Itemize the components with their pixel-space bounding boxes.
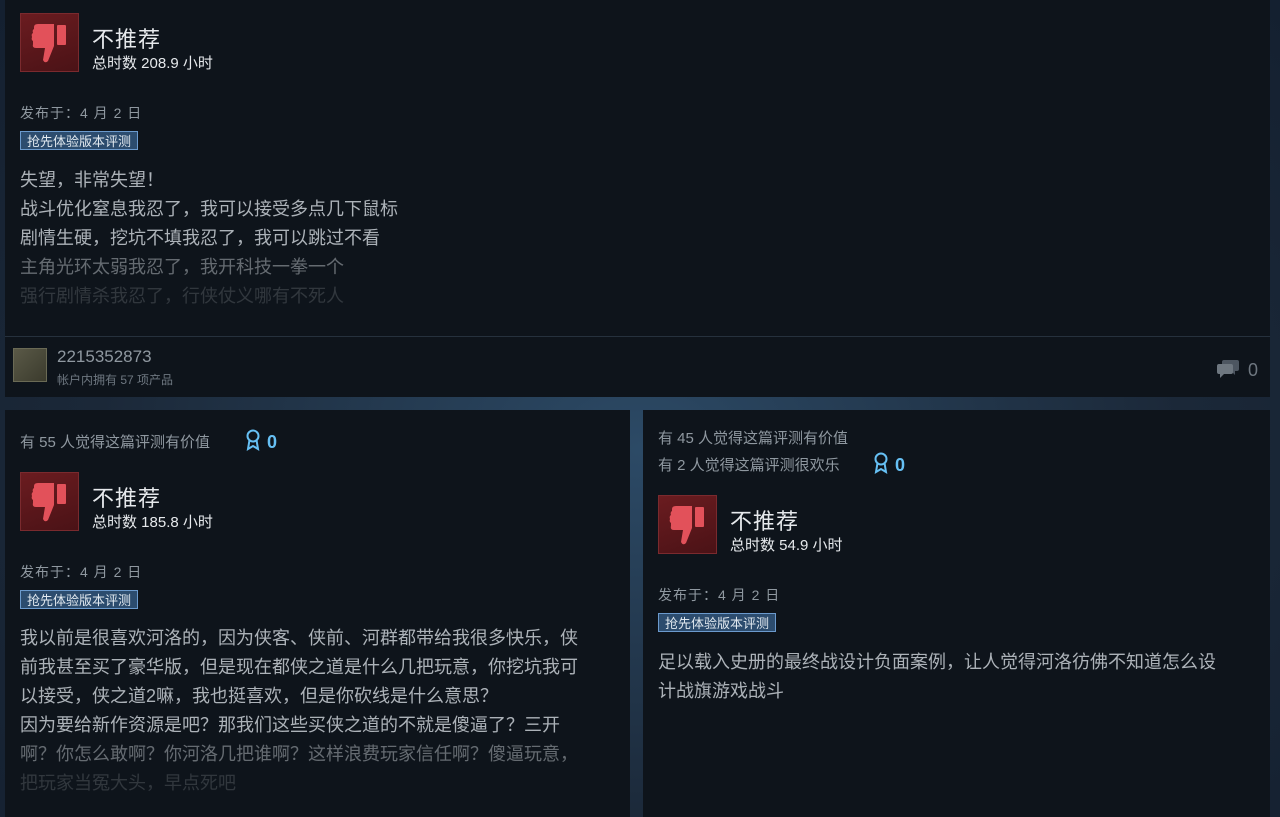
review-line: 剧情生硬，挖坑不填我忍了，我可以跳过不看 (20, 228, 380, 248)
review-line: 把玩家当冤大头，早点死吧 (20, 773, 236, 793)
avatar[interactable] (13, 348, 47, 382)
award-ribbon-icon (245, 429, 261, 456)
divider (5, 336, 1270, 337)
award-button[interactable]: 0 (873, 452, 905, 479)
helpful-count: 有 45 人觉得这篇评测有价值 (658, 430, 849, 447)
comment-icon (1216, 357, 1240, 384)
comment-button[interactable]: 0 (1216, 357, 1258, 384)
review-card-1: 不推荐 总时数 208.9 小时 发布于：4 月 2 日 抢先体验版本评测 失望… (5, 0, 1270, 397)
review-verdict: 不推荐 (92, 27, 162, 52)
early-access-tag: 抢先体验版本评测 (20, 131, 139, 150)
review-hours: 总时数 54.9 小时 (730, 537, 843, 554)
review-body[interactable]: 失望，非常失望！ 战斗优化窒息我忍了，我可以接受多点几下鼠标 剧情生硬，挖坑不填… (20, 166, 398, 311)
review-line: 战斗优化窒息我忍了，我可以接受多点几下鼠标 (20, 199, 398, 219)
thumbs-down-icon[interactable] (658, 495, 717, 554)
review-line: 因为要给新作资源是吧？那我们这些买侠之道的不就是傻逼了？三开 (20, 715, 560, 735)
review-line: 强行剧情杀我忍了，行侠仗义哪有不死人 (20, 286, 344, 306)
review-line: 前我甚至买了豪华版，但是现在都侠之道是什么几把玩意，你挖坑我可 (20, 657, 578, 677)
review-posted-date: 发布于：4 月 2 日 (20, 105, 143, 121)
award-ribbon-icon (873, 452, 889, 479)
funny-count: 有 2 人觉得这篇评测很欢乐 (658, 457, 840, 474)
review-verdict: 不推荐 (730, 509, 800, 534)
review-line: 足以载入史册的最终战设计负面案例，让人觉得河洛彷佛不知道怎么设 (658, 652, 1216, 672)
comment-count: 0 (1247, 360, 1258, 380)
award-count: 0 (267, 432, 278, 452)
review-verdict: 不推荐 (92, 486, 162, 511)
review-line: 我以前是很喜欢河洛的，因为侠客、侠前、河群都带给我很多快乐，侠 (20, 628, 578, 648)
thumbs-down-icon[interactable] (20, 13, 79, 72)
author-products: 帐户内拥有 57 项产品 (57, 373, 174, 387)
review-body[interactable]: 足以载入史册的最终战设计负面案例，让人觉得河洛彷佛不知道怎么设 计战旗游戏战斗 (658, 648, 1216, 706)
review-hours: 总时数 185.8 小时 (92, 514, 213, 531)
review-body[interactable]: 我以前是很喜欢河洛的，因为侠客、侠前、河群都带给我很多快乐，侠 前我甚至买了豪华… (20, 624, 578, 798)
early-access-tag: 抢先体验版本评测 (658, 613, 777, 632)
review-line: 计战旗游戏战斗 (658, 681, 784, 701)
award-button[interactable]: 0 (245, 429, 277, 456)
review-posted-date: 发布于：4 月 2 日 (658, 587, 781, 603)
review-posted-date: 发布于：4 月 2 日 (20, 564, 143, 580)
review-line: 主角光环太弱我忍了，我开科技一拳一个 (20, 257, 344, 277)
review-line: 以接受，侠之道2嘛，我也挺喜欢，但是你砍线是什么意思？ (20, 686, 499, 706)
review-card-2: 有 55 人觉得这篇评测有价值 0 不推荐 总时数 185.8 小时 发布于：4… (5, 410, 630, 817)
helpful-count: 有 55 人觉得这篇评测有价值 (20, 434, 211, 451)
early-access-tag: 抢先体验版本评测 (20, 590, 139, 609)
review-line: 啊？你怎么敢啊？你河洛几把谁啊？这样浪费玩家信任啊？傻逼玩意， (20, 744, 578, 764)
award-count: 0 (895, 455, 906, 475)
thumbs-down-icon[interactable] (20, 472, 79, 531)
review-hours: 总时数 208.9 小时 (92, 55, 213, 72)
author-name[interactable]: 2215352873 (57, 347, 152, 367)
review-card-3: 有 45 人觉得这篇评测有价值 有 2 人觉得这篇评测很欢乐 0 不推荐 总时数… (643, 410, 1270, 817)
review-line: 失望，非常失望！ (20, 170, 164, 190)
